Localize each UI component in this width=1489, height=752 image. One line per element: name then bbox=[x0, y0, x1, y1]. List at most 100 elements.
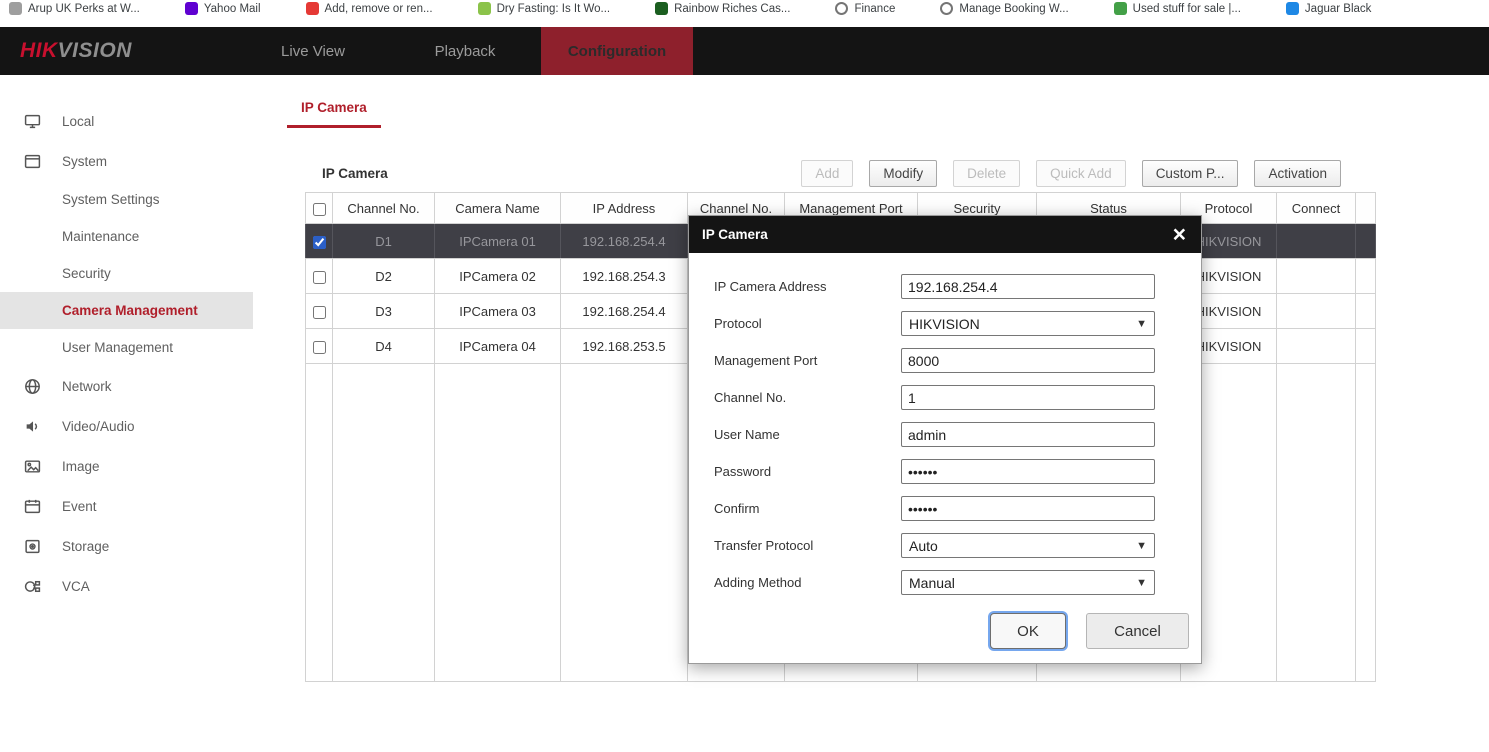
sidebar-item-label: Security bbox=[62, 266, 111, 281]
dialog-field-row: IP Camera Address bbox=[714, 274, 1189, 299]
sidebar-item-label: Maintenance bbox=[62, 229, 139, 244]
favicon bbox=[1286, 2, 1299, 15]
sidebar-item-vca[interactable]: VCA bbox=[0, 566, 253, 606]
modify-button[interactable]: Modify bbox=[869, 160, 937, 187]
row-checkbox[interactable] bbox=[313, 306, 326, 319]
chevron-down-icon: ▼ bbox=[1136, 318, 1147, 330]
column-header: Channel No. bbox=[333, 193, 435, 224]
sidebar-item-system[interactable]: System bbox=[0, 141, 253, 181]
globe-icon bbox=[24, 378, 62, 395]
bookmark-label: Used stuff for sale |... bbox=[1133, 3, 1241, 15]
protocol-select[interactable]: HIKVISION ▼ bbox=[901, 311, 1155, 336]
channel-no-input[interactable] bbox=[901, 385, 1155, 410]
sidebar-item-local[interactable]: Local bbox=[0, 101, 253, 141]
field-label: Management Port bbox=[714, 353, 901, 368]
sidebar-item-camera-management[interactable]: Camera Management bbox=[0, 292, 253, 329]
tab-ip-camera[interactable]: IP Camera bbox=[287, 93, 381, 128]
transfer-protocol-select[interactable]: Auto ▼ bbox=[901, 533, 1155, 558]
sidebar-item-image[interactable]: Image bbox=[0, 446, 253, 486]
dialog-title: IP Camera bbox=[702, 227, 768, 242]
close-icon[interactable]: × bbox=[1171, 223, 1188, 246]
confirm-password-input[interactable] bbox=[901, 496, 1155, 521]
favicon bbox=[9, 2, 22, 15]
bookmark-label: Jaguar Black bbox=[1305, 3, 1371, 15]
sidebar-item-network[interactable]: Network bbox=[0, 366, 253, 406]
field-label: Confirm bbox=[714, 501, 901, 516]
quick-add-button: Quick Add bbox=[1036, 160, 1126, 187]
adding-method-select[interactable]: Manual ▼ bbox=[901, 570, 1155, 595]
sidebar-item-label: System Settings bbox=[62, 192, 160, 207]
image-icon bbox=[24, 458, 62, 475]
cell-camera-name: IPCamera 02 bbox=[435, 259, 561, 294]
dialog-header: IP Camera × bbox=[689, 216, 1201, 253]
selected-option: Manual bbox=[909, 575, 955, 591]
select-all-checkbox[interactable] bbox=[313, 203, 326, 216]
favicon bbox=[1114, 2, 1127, 15]
bookmark-item[interactable]: Used stuff for sale |... bbox=[1114, 2, 1241, 15]
bookmark-item[interactable]: Finance bbox=[835, 2, 895, 15]
sidebar-item-maintenance[interactable]: Maintenance bbox=[0, 218, 253, 255]
cell-channel-no: D3 bbox=[333, 294, 435, 329]
favicon bbox=[478, 2, 491, 15]
user-name-input[interactable] bbox=[901, 422, 1155, 447]
cancel-button[interactable]: Cancel bbox=[1086, 613, 1189, 649]
sidebar-item-label: Storage bbox=[62, 539, 109, 554]
cell-channel-no: D4 bbox=[333, 329, 435, 364]
selected-option: HIKVISION bbox=[909, 316, 980, 332]
favicon bbox=[940, 2, 953, 15]
bookmark-item[interactable]: Yahoo Mail bbox=[185, 2, 261, 15]
nav-tab-live-view[interactable]: Live View bbox=[237, 27, 389, 75]
sidebar-item-user-management[interactable]: User Management bbox=[0, 329, 253, 366]
favicon bbox=[185, 2, 198, 15]
column-header: Camera Name bbox=[435, 193, 561, 224]
custom-protocol-button[interactable]: Custom P... bbox=[1142, 160, 1239, 187]
dialog-buttons: OK Cancel bbox=[714, 613, 1189, 649]
ip-camera-dialog: IP Camera × IP Camera Address Protocol H… bbox=[688, 215, 1202, 664]
nav-tab-playback[interactable]: Playback bbox=[389, 27, 541, 75]
sidebar-item-event[interactable]: Event bbox=[0, 486, 253, 526]
sidebar-item-storage[interactable]: Storage bbox=[0, 526, 253, 566]
activation-button[interactable]: Activation bbox=[1254, 160, 1341, 187]
bookmark-item[interactable]: Jaguar Black bbox=[1286, 2, 1371, 15]
dialog-field-row: Management Port bbox=[714, 348, 1189, 373]
selected-option: Auto bbox=[909, 538, 938, 554]
field-label: Transfer Protocol bbox=[714, 538, 901, 553]
sidebar-item-system-settings[interactable]: System Settings bbox=[0, 181, 253, 218]
bookmark-label: Yahoo Mail bbox=[204, 3, 261, 15]
sidebar-item-label: Camera Management bbox=[62, 303, 198, 318]
sidebar: Local System System Settings Maintenance… bbox=[0, 75, 253, 752]
management-port-input[interactable] bbox=[901, 348, 1155, 373]
speaker-icon bbox=[24, 418, 62, 435]
bookmark-item[interactable]: Manage Booking W... bbox=[940, 2, 1068, 15]
sidebar-item-label: Network bbox=[62, 379, 112, 394]
ip-camera-address-input[interactable] bbox=[901, 274, 1155, 299]
cell-camera-name: IPCamera 04 bbox=[435, 329, 561, 364]
cell-ip-address: 192.168.253.5 bbox=[561, 329, 688, 364]
dialog-field-row: Adding Method Manual ▼ bbox=[714, 570, 1189, 595]
sidebar-item-security[interactable]: Security bbox=[0, 255, 253, 292]
bookmark-label: Manage Booking W... bbox=[959, 3, 1068, 15]
row-checkbox[interactable] bbox=[313, 236, 326, 249]
bookmark-item[interactable]: Dry Fasting: Is It Wo... bbox=[478, 2, 611, 15]
nav-tab-configuration[interactable]: Configuration bbox=[541, 27, 693, 75]
dialog-field-row: Password bbox=[714, 459, 1189, 484]
sidebar-item-video-audio[interactable]: Video/Audio bbox=[0, 406, 253, 446]
bookmark-item[interactable]: Rainbow Riches Cas... bbox=[655, 2, 790, 15]
delete-button: Delete bbox=[953, 160, 1020, 187]
field-label: User Name bbox=[714, 427, 901, 442]
ok-button[interactable]: OK bbox=[990, 613, 1066, 649]
dialog-field-row: User Name bbox=[714, 422, 1189, 447]
field-label: Adding Method bbox=[714, 575, 901, 590]
password-input[interactable] bbox=[901, 459, 1155, 484]
cell-camera-name: IPCamera 01 bbox=[435, 224, 561, 259]
bookmark-item[interactable]: Add, remove or ren... bbox=[306, 2, 433, 15]
sidebar-item-label: Image bbox=[62, 459, 100, 474]
dialog-field-row: Confirm bbox=[714, 496, 1189, 521]
select-all-cell bbox=[306, 193, 333, 224]
row-checkbox[interactable] bbox=[313, 271, 326, 284]
bookmark-item[interactable]: Arup UK Perks at W... bbox=[9, 2, 140, 15]
panel-header: IP Camera Add Modify Delete Quick Add Cu… bbox=[305, 155, 1375, 192]
row-checkbox[interactable] bbox=[313, 341, 326, 354]
panel-title: IP Camera bbox=[322, 166, 388, 181]
column-header: Connect bbox=[1277, 193, 1356, 224]
